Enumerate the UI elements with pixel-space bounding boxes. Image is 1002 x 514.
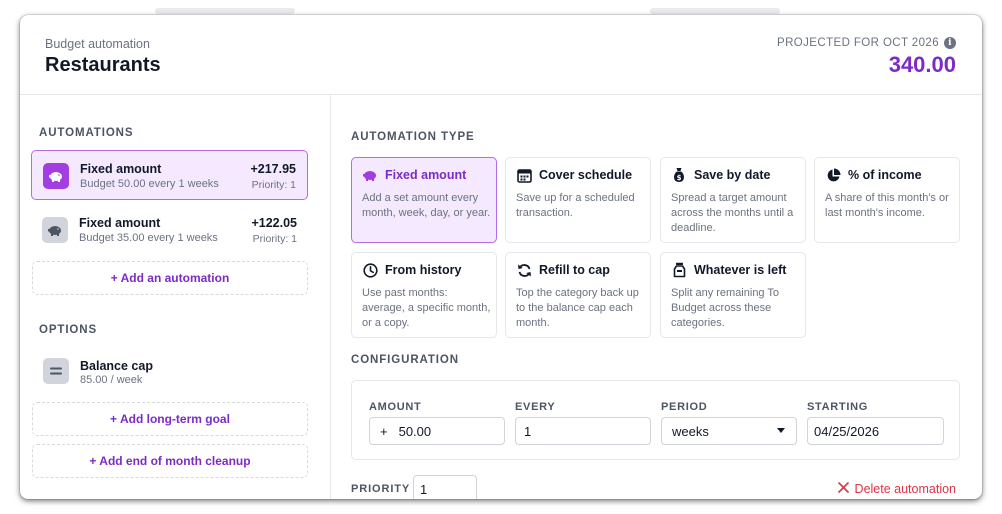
every-label: EVERY <box>515 401 556 413</box>
projected-label: PROJECTED FOR OCT 2026 i <box>777 37 956 49</box>
type-card-title: % of income <box>848 168 922 182</box>
piggy-bank-icon <box>43 163 69 189</box>
option-balance-cap-name[interactable]: Balance cap <box>80 359 153 373</box>
period-value: weeks <box>672 423 709 439</box>
period-label: PERIOD <box>661 401 708 413</box>
configuration-section-label: CONFIGURATION <box>351 354 459 366</box>
period-select[interactable]: weeks <box>661 417 797 445</box>
type-card-desc: Use past months: average, a specific mon… <box>362 287 491 329</box>
type-card-percent-of-income[interactable]: % of income A share of this month's or l… <box>814 157 960 243</box>
modal-kicker: Budget automation <box>45 37 150 51</box>
automation-item-fixed-amount-2[interactable]: Fixed amount Budget 35.00 every 1 weeks … <box>31 205 308 255</box>
calendar-icon <box>516 167 532 183</box>
money-bag-icon: $ <box>671 167 687 183</box>
pie-chart-icon <box>825 167 841 183</box>
type-card-refill-to-cap[interactable]: Refill to cap Top the category back up t… <box>505 252 651 338</box>
type-card-title: Cover schedule <box>539 168 633 182</box>
background-app-text <box>155 8 295 14</box>
type-card-fixed-amount[interactable]: Fixed amount Add a set amount every mont… <box>351 157 497 243</box>
every-input[interactable]: 1 <box>515 417 651 445</box>
piggy-bank-icon <box>362 167 378 183</box>
right-panel: AUTOMATION TYPE Fixed amount Add a set a… <box>331 95 982 499</box>
type-card-save-by-date[interactable]: $ Save by date Spread a target amount ac… <box>660 157 806 243</box>
add-long-term-goal-button[interactable]: + Add long-term goal <box>32 402 308 436</box>
refresh-icon <box>516 262 532 278</box>
automation-name: Fixed amount <box>80 162 162 176</box>
options-section-label: OPTIONS <box>39 324 98 336</box>
delete-automation-button[interactable]: Delete automation <box>837 482 956 496</box>
add-end-of-month-cleanup-button[interactable]: + Add end of month cleanup <box>32 444 308 478</box>
amount-value: 50.00 <box>398 423 432 439</box>
amount-label: AMOUNT <box>369 401 422 413</box>
background-app-text <box>650 8 780 14</box>
automation-amount: +122.05 <box>251 216 297 230</box>
add-automation-button[interactable]: + Add an automation <box>32 261 308 295</box>
configuration-panel: AMOUNT + 50.00 EVERY 1 PERIOD weeks STAR… <box>351 380 960 460</box>
starting-label: STARTING <box>807 401 869 413</box>
clock-icon <box>362 262 378 278</box>
option-balance-cap-desc: 85.00 / week <box>80 374 143 386</box>
amount-input[interactable]: + 50.00 <box>369 417 505 445</box>
type-card-title: Save by date <box>694 168 771 182</box>
type-card-title: Refill to cap <box>539 263 610 277</box>
projected-value: 340.00 <box>888 52 956 77</box>
type-card-title: Fixed amount <box>385 168 467 182</box>
page-title: Restaurants <box>45 54 161 76</box>
type-card-desc: Split any remaining To Budget across the… <box>671 287 780 329</box>
modal-header: Budget automation Restaurants PROJECTED … <box>20 15 982 95</box>
automation-name: Fixed amount <box>79 216 161 230</box>
type-card-whatever-is-left[interactable]: Whatever is left Split any remaining To … <box>660 252 806 338</box>
type-card-cover-schedule[interactable]: Cover schedule Save up for a scheduled t… <box>505 157 651 243</box>
svg-text:$: $ <box>677 174 682 182</box>
projected-label-text: PROJECTED FOR OCT 2026 <box>777 37 939 49</box>
automations-section-label: AUTOMATIONS <box>39 127 134 139</box>
piggy-bank-icon <box>42 217 68 243</box>
type-card-desc: Top the category back up to the balance … <box>516 287 639 329</box>
automation-desc: Budget 35.00 every 1 weeks <box>79 232 218 244</box>
automation-amount: +217.95 <box>250 162 296 176</box>
type-card-desc: Add a set amount every month, week, day,… <box>362 192 491 219</box>
jar-icon <box>671 262 687 278</box>
left-panel: AUTOMATIONS Fixed amount Budget 50.00 ev… <box>20 95 331 499</box>
budget-automation-modal: Budget automation Restaurants PROJECTED … <box>20 15 982 499</box>
type-card-desc: Save up for a scheduled transaction. <box>516 192 635 219</box>
amount-prefix: + <box>380 423 388 439</box>
automation-type-section-label: AUTOMATION TYPE <box>351 131 475 143</box>
automation-priority: Priority: 1 <box>251 179 296 191</box>
type-card-from-history[interactable]: From history Use past months: average, a… <box>351 252 497 338</box>
info-icon[interactable]: i <box>944 37 956 49</box>
priority-input[interactable]: 1 <box>413 475 477 499</box>
starting-date-input[interactable]: 04/25/2026 <box>807 417 944 445</box>
delete-automation-label: Delete automation <box>854 482 956 496</box>
type-card-title: From history <box>385 263 462 277</box>
automation-desc: Budget 50.00 every 1 weeks <box>80 178 219 190</box>
automation-priority: Priority: 1 <box>252 233 297 245</box>
type-card-title: Whatever is left <box>694 263 787 277</box>
caret-down-icon <box>777 428 785 433</box>
type-card-desc: Spread a target amount across the months… <box>671 192 794 234</box>
close-icon <box>837 482 849 496</box>
equals-icon <box>43 358 69 384</box>
priority-label: PRIORITY <box>351 483 411 495</box>
automation-item-fixed-amount-1[interactable]: Fixed amount Budget 50.00 every 1 weeks … <box>31 150 308 200</box>
type-card-desc: A share of this month's or last month's … <box>825 192 949 219</box>
